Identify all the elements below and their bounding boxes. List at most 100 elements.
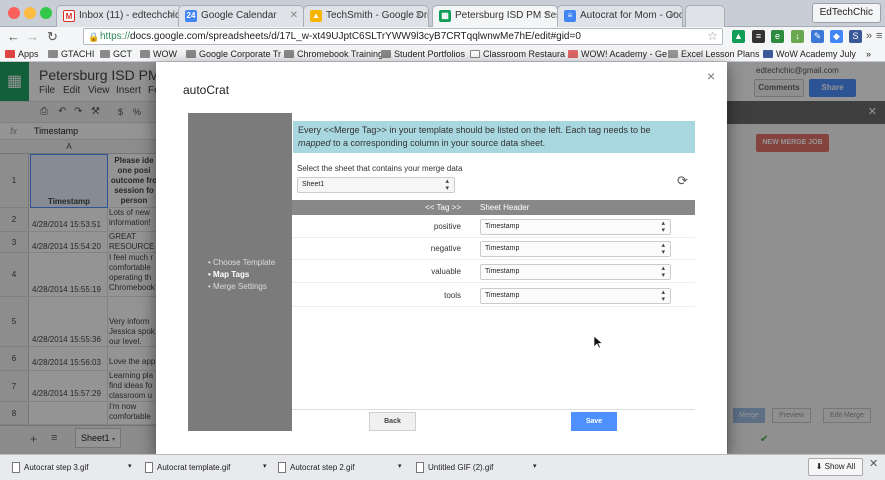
address-bar[interactable]: 🔒 https://docs.google.com/spreadsheets/d… xyxy=(83,28,723,45)
bookmark-apps[interactable]: Apps xyxy=(5,47,39,61)
download-menu-chevron-icon[interactable]: ▾ xyxy=(398,462,402,470)
close-tab-icon[interactable]: ✕ xyxy=(168,6,176,26)
gmail-icon: M xyxy=(63,10,75,22)
select-arrows-icon: ▴ ▾ xyxy=(661,289,665,303)
download-menu-chevron-icon[interactable]: ▾ xyxy=(128,462,132,470)
download-menu-chevron-icon[interactable]: ▾ xyxy=(263,462,267,470)
zoom-window-icon[interactable] xyxy=(40,7,52,19)
mouse-cursor-icon xyxy=(594,336,603,349)
column-select-value: Timestamp xyxy=(485,223,520,230)
extension-shape-icon[interactable]: ◆ xyxy=(830,30,843,43)
bookmark-classroom-restaurant[interactable]: Classroom Restaura xyxy=(470,47,565,61)
nav-merge-settings[interactable]: • Merge Settings xyxy=(208,282,267,291)
select-arrows-icon: ▴ ▾ xyxy=(661,265,665,279)
autocrat-dialog: autoCrat × • Choose Template • Map Tags … xyxy=(156,62,727,454)
column-select[interactable]: Timestamp ▴ ▾ xyxy=(480,219,671,235)
dialog-title: autoCrat xyxy=(183,83,230,97)
browser-tab-drive[interactable]: ▲ TechSmith - Google Drive ✕ xyxy=(303,5,429,27)
tab-label: Autocrat for Mom - Googl xyxy=(580,10,683,21)
save-button[interactable]: Save xyxy=(571,412,617,431)
browser-tab-docs[interactable]: ≡ Autocrat for Mom - Googl ✕ xyxy=(557,5,683,27)
forward-arrow-icon[interactable]: → xyxy=(26,28,39,45)
close-shelf-icon[interactable]: ✕ xyxy=(869,457,878,470)
folder-icon xyxy=(48,50,58,58)
column-select-value: Timestamp xyxy=(485,245,520,252)
folder-icon xyxy=(284,50,294,58)
column-select[interactable]: Timestamp ▴ ▾ xyxy=(480,288,671,304)
bookmark-wow-academy[interactable]: WOW! Academy - Ge xyxy=(568,47,667,61)
browser-tab-gmail[interactable]: M Inbox (11) - edtechchic@ ✕ xyxy=(56,5,182,27)
merge-tag-label: valuable xyxy=(431,267,461,276)
download-item[interactable]: Autocrat step 3.gif xyxy=(12,459,88,477)
merge-tag-label: positive xyxy=(433,222,461,231)
apps-grid-icon xyxy=(5,50,15,58)
overflow-chevron-icon[interactable]: » xyxy=(866,28,872,45)
download-item[interactable]: Autocrat step 2.gif xyxy=(278,459,354,477)
show-all-downloads-button[interactable]: ⬇ Show All xyxy=(808,458,863,476)
nav-choose-template[interactable]: • Choose Template xyxy=(208,258,275,267)
select-arrows-icon: ▴ ▾ xyxy=(445,178,449,192)
back-button[interactable]: Back xyxy=(369,412,416,431)
dialog-close-icon[interactable]: × xyxy=(707,68,715,84)
browser-tab-sheets[interactable]: ▦ Petersburg ISD PM Sessio ✕ xyxy=(432,5,558,27)
download-item[interactable]: Untitled GIF (2).gif xyxy=(416,459,493,477)
browser-toolbar: ← → ↻ 🔒 https://docs.google.com/spreadsh… xyxy=(0,27,885,46)
folder-icon xyxy=(186,50,196,58)
bookmark-excel-lesson-plans[interactable]: Excel Lesson Plans xyxy=(668,47,760,61)
bookmark-wow-academy-july[interactable]: WoW Academy July xyxy=(763,47,856,61)
close-window-icon[interactable] xyxy=(8,7,20,19)
merge-tag-label: negative xyxy=(430,244,461,253)
column-select[interactable]: Timestamp ▴ ▾ xyxy=(480,241,671,257)
bookmark-google-corporate[interactable]: Google Corporate Tr xyxy=(186,47,281,61)
drive-icon: ▲ xyxy=(310,10,322,22)
close-tab-icon[interactable]: ✕ xyxy=(669,6,677,26)
extension-evernote-icon[interactable]: e xyxy=(771,30,784,43)
bookmarks-overflow[interactable]: » xyxy=(866,47,871,61)
bookmark-gtachi[interactable]: GTACHI xyxy=(48,47,94,61)
mapping-row: valuable Timestamp ▴ ▾ xyxy=(292,261,695,283)
merge-tag-label: tools xyxy=(444,291,461,300)
select-arrows-icon: ▴ ▾ xyxy=(661,220,665,234)
extension-eyedropper-icon[interactable]: ✎ xyxy=(811,30,824,43)
chrome-menu-icon[interactable]: ≡ xyxy=(876,28,882,45)
show-all-label: Show All xyxy=(824,462,856,471)
tab-label: TechSmith - Google Drive xyxy=(326,10,429,21)
instructions-emphasis: mapped xyxy=(298,138,331,148)
bookmark-wow[interactable]: WOW xyxy=(140,47,177,61)
extension-skype-icon[interactable]: S xyxy=(849,30,862,43)
bookmark-chromebook-training[interactable]: Chromebook Training xyxy=(284,47,383,61)
sheet-select[interactable]: Sheet1 ▴ ▾ xyxy=(297,177,455,193)
refresh-icon[interactable]: ⟳ xyxy=(677,173,688,189)
bookmark-star-icon[interactable]: ☆ xyxy=(707,29,718,44)
instructions-banner: Every <<Merge Tag>> in your template sho… xyxy=(293,121,695,153)
nav-map-tags[interactable]: • Map Tags xyxy=(208,270,249,279)
new-tab-button[interactable] xyxy=(685,5,725,27)
extension-save-icon[interactable]: ↓ xyxy=(791,30,804,43)
download-shelf: Autocrat step 3.gif ▾ Autocrat template.… xyxy=(0,454,885,480)
download-item[interactable]: Autocrat template.gif xyxy=(145,459,230,477)
column-select-value: Timestamp xyxy=(485,292,520,299)
tab-label: Petersburg ISD PM Sessio xyxy=(455,10,557,21)
reload-icon[interactable]: ↻ xyxy=(47,28,58,45)
profile-button[interactable]: EdTechChic xyxy=(811,3,881,23)
minimize-window-icon[interactable] xyxy=(24,7,36,19)
mapping-row: positive Timestamp ▴ ▾ xyxy=(292,216,695,238)
site-icon xyxy=(568,50,578,58)
column-select[interactable]: Timestamp ▴ ▾ xyxy=(480,264,671,280)
instructions-text: Every <<Merge Tag>> in your template sho… xyxy=(298,125,651,135)
bookmark-student-portfolios[interactable]: Student Portfolios xyxy=(381,47,465,61)
sheet-select-value: Sheet1 xyxy=(302,181,325,188)
browser-tab-calendar[interactable]: 24 Google Calendar ✕ xyxy=(178,5,304,27)
close-tab-icon[interactable]: ✕ xyxy=(544,6,552,26)
column-select-value: Timestamp xyxy=(485,268,520,275)
close-tab-icon[interactable]: ✕ xyxy=(290,6,298,26)
calendar-icon: 24 xyxy=(185,10,197,22)
back-arrow-icon[interactable]: ← xyxy=(7,28,20,45)
bookmark-gct[interactable]: GCT xyxy=(100,47,132,61)
folder-icon xyxy=(381,50,391,58)
sheets-icon: ▦ xyxy=(439,10,451,22)
download-menu-chevron-icon[interactable]: ▾ xyxy=(533,462,537,470)
close-tab-icon[interactable]: ✕ xyxy=(415,6,423,26)
extension-drive-icon[interactable]: ▲ xyxy=(732,30,745,43)
extension-buffer-icon[interactable]: ≡ xyxy=(752,30,765,43)
